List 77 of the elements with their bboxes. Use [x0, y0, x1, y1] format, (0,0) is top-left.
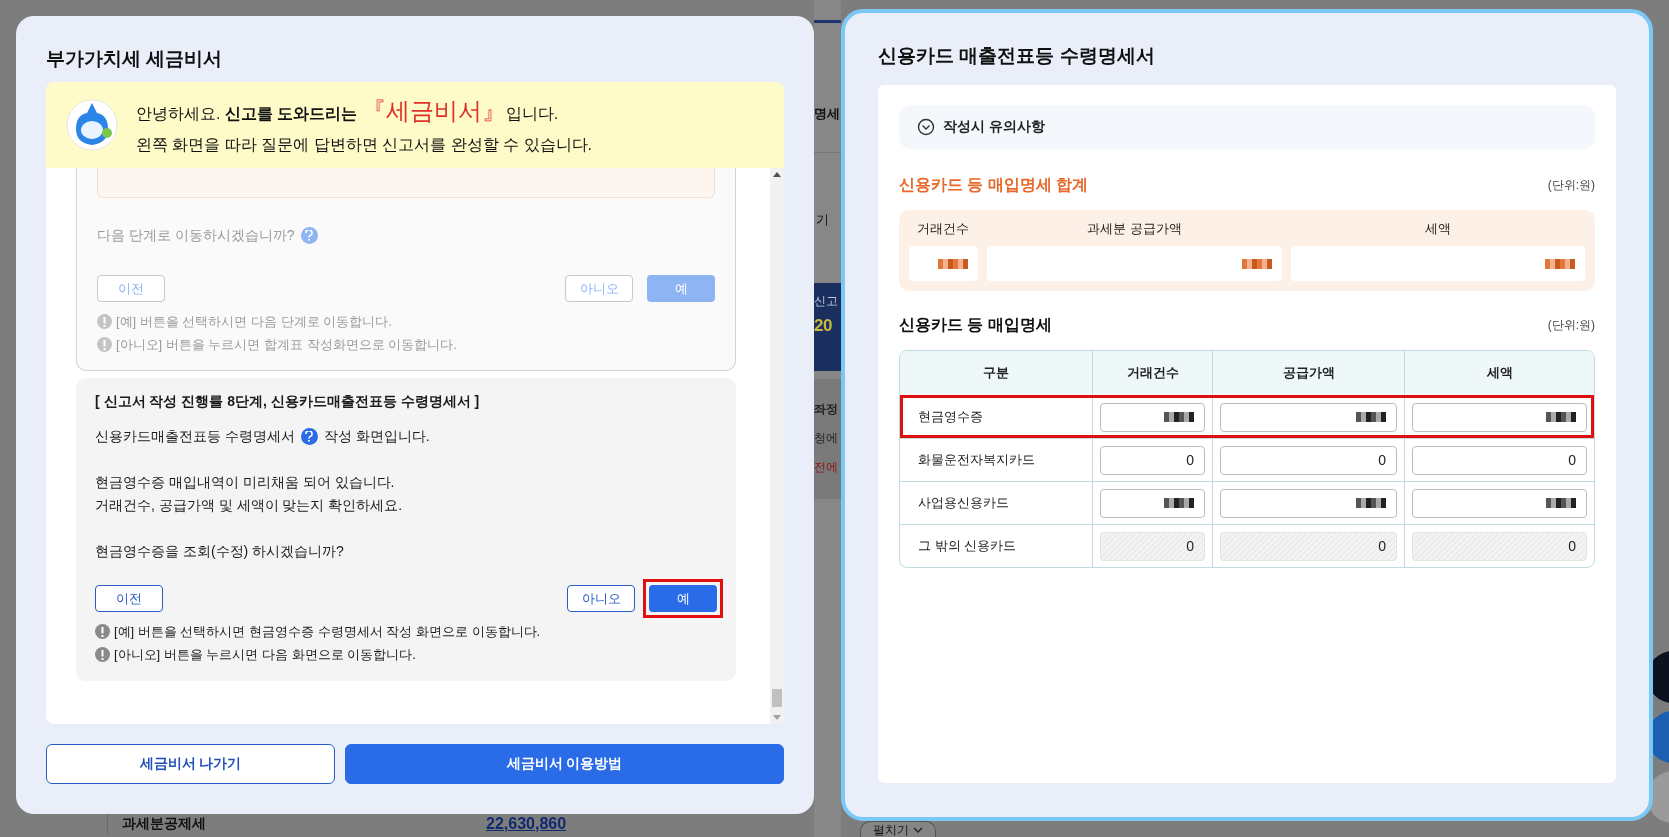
amount-field[interactable] — [1220, 402, 1397, 432]
row-label: 사업용신용카드 — [900, 481, 1092, 524]
blurred-value-icon — [938, 258, 968, 269]
blurred-value-icon — [1356, 412, 1386, 422]
row-label: 화물운전자복지카드 — [900, 438, 1092, 481]
alert-icon — [97, 337, 112, 352]
scrollbar-thumb[interactable] — [772, 689, 782, 707]
column-header: 세액 — [1404, 351, 1594, 395]
expand-button[interactable]: 펼치기 — [860, 821, 936, 837]
step-heading: [ 신고서 작성 진행률 8단계, 신용카드매출전표등 수령명세서 ] — [95, 393, 481, 411]
guide-text: 현금영수증 매입내역이 미리채움 되어 있습니다. — [95, 473, 396, 492]
section-title: 신용카드 등 매입명세 합계 — [899, 175, 1089, 195]
blurred-value-icon — [1546, 498, 1576, 508]
previous-button[interactable]: 이전 — [95, 585, 163, 612]
guide-text: 거래건수, 공급가액 및 세액이 맞는지 확인하세요. — [95, 496, 404, 515]
chevron-circle-icon — [917, 118, 935, 136]
column-header: 거래건수 — [1092, 351, 1212, 395]
blurred-value-icon — [1545, 258, 1575, 269]
notice-text: 전에 — [814, 459, 838, 476]
help-icon[interactable] — [300, 428, 318, 445]
amount-field: 0 — [1412, 531, 1587, 561]
dialog-title: 신용카드 매출전표등 수령명세서 — [878, 44, 1156, 68]
guide-button[interactable]: 세금비서 이용방법 — [345, 744, 784, 784]
blurred-value-icon — [1164, 498, 1194, 508]
caret-icon — [913, 826, 923, 833]
exit-button[interactable]: 세금비서 나가기 — [46, 744, 335, 784]
blurred-value-icon — [1546, 412, 1576, 422]
alert-icon — [97, 314, 112, 329]
notice-toggle[interactable]: 작성시 유의사항 — [899, 105, 1595, 149]
no-button[interactable]: 아니오 — [567, 585, 635, 612]
column-header: 공급가액 — [1212, 351, 1404, 395]
note-text: [예] 버튼을 선택하시면 다음 단계로 이동합니다. — [116, 313, 392, 331]
blurred-value-icon — [1164, 412, 1194, 422]
amount-field[interactable]: 0 — [1220, 445, 1397, 475]
alert-icon — [95, 647, 110, 662]
amount-field[interactable] — [1412, 488, 1587, 518]
intro-text: 작성 화면입니다. — [323, 427, 430, 446]
row-label: 현금영수증 — [900, 395, 1092, 438]
mascot-icon — [66, 99, 118, 151]
section-title: 신용카드 등 매입명세 — [899, 315, 1052, 335]
amount-field[interactable] — [1220, 488, 1397, 518]
yes-button[interactable]: 예 — [649, 585, 717, 612]
note-text: [예] 버튼을 선택하시면 현금영수증 수령명세서 작성 화면으로 이동합니다. — [114, 623, 541, 641]
alert-icon — [95, 624, 110, 639]
status-text: 신고 — [814, 293, 838, 310]
summary-label: 과세분공제세 — [122, 815, 206, 833]
page-tab[interactable]: 기 — [814, 153, 841, 283]
question-text: 다음 단계로 이동하시겠습니까? — [97, 226, 295, 245]
column-label: 세액 — [1423, 220, 1452, 238]
status-text: 20 — [814, 316, 833, 336]
intro-text: 신용카드매출전표등 수령명세서 — [95, 427, 295, 446]
amount-field: 0 — [1220, 531, 1397, 561]
scroll-up-icon[interactable] — [773, 172, 781, 177]
note-text: [아니오] 버튼을 누르시면 다음 화면으로 이동합니다. — [114, 646, 416, 664]
amount-field[interactable] — [1412, 402, 1587, 432]
amount-field[interactable] — [1100, 402, 1205, 432]
amount-field[interactable] — [1100, 488, 1205, 518]
amount-field[interactable]: 0 — [1100, 445, 1205, 475]
column-label: 과세분 공급가액 — [1085, 220, 1183, 238]
column-label: 거래건수 — [916, 220, 970, 238]
question-text: 현금영수증을 조회(수정) 하시겠습니까? — [95, 542, 344, 561]
dialog-title: 부가가치세 세금비서 — [46, 47, 224, 71]
unit-text: (단위:원) — [1547, 177, 1595, 194]
row-label: 그 밖의 신용카드 — [900, 524, 1092, 567]
notice-text: 좌정 — [814, 401, 838, 418]
scrollbar[interactable] — [770, 168, 784, 724]
unit-text: (단위:원) — [1547, 317, 1595, 334]
blurred-value-icon — [1241, 258, 1272, 269]
amount-field: 0 — [1100, 531, 1205, 561]
note-text: [아니오] 버튼을 누르시면 합계표 작성화면으로 이동합니다. — [116, 336, 457, 354]
column-header: 구분 — [900, 351, 1092, 395]
greeting-text: 왼쪽 화면을 따라 질문에 답변하면 신고서를 완성할 수 있습니다. — [136, 134, 592, 155]
blurred-value-icon — [1356, 498, 1386, 508]
summary-value-link[interactable]: 22,630,860 — [486, 815, 567, 833]
greeting-text: 안녕하세요. 신고를 도와드리는 『세금비서』입니다. — [136, 95, 560, 126]
notice-text: 청에 — [814, 430, 838, 447]
amount-field[interactable]: 0 — [1412, 445, 1587, 475]
